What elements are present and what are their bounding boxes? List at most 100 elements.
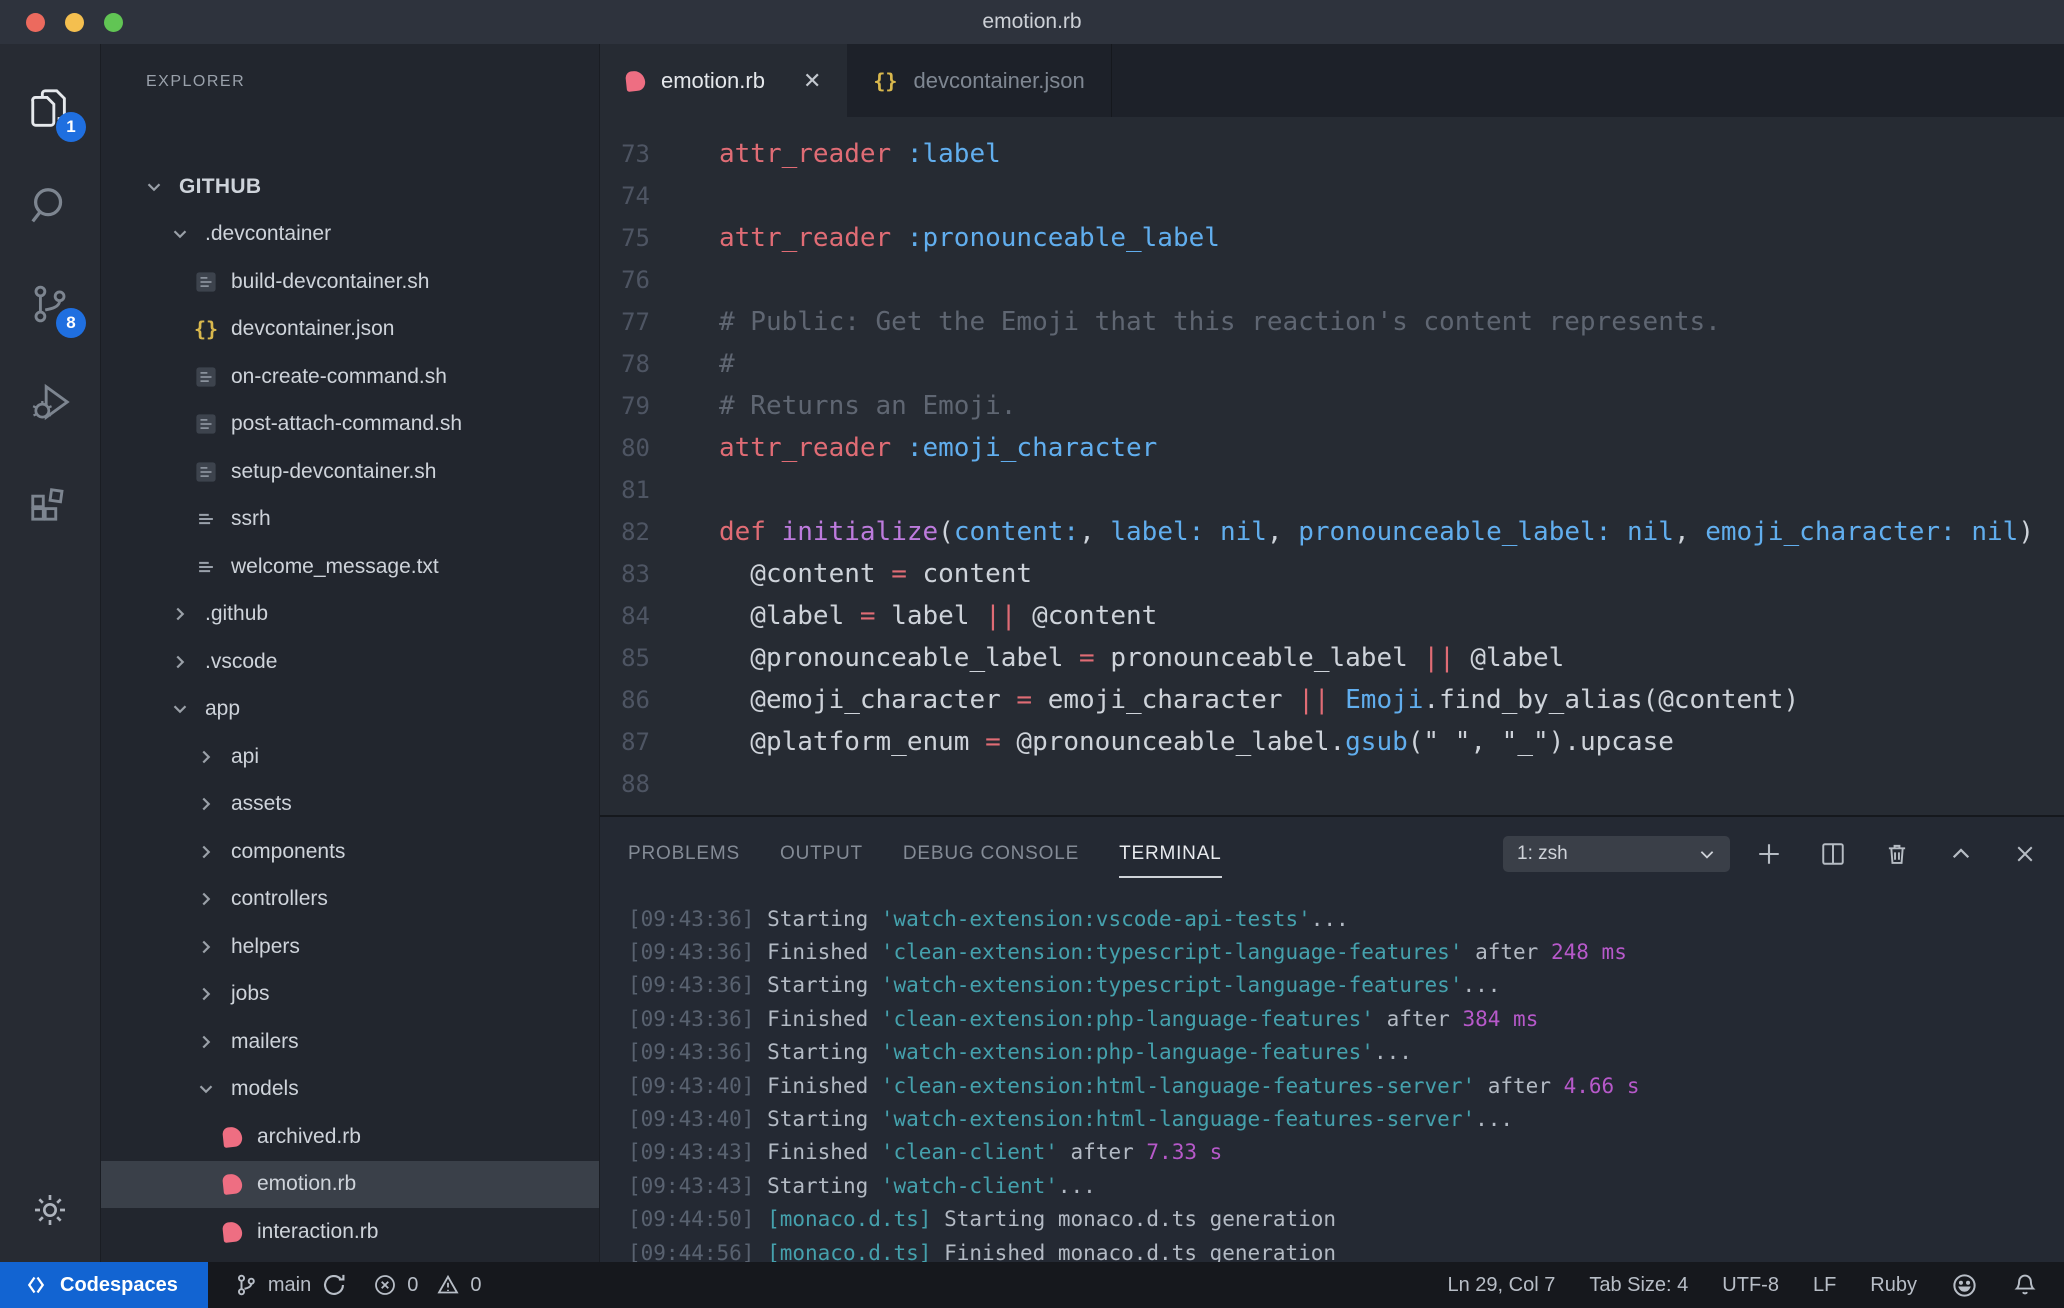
editor-tab-devcontainer-json[interactable]: {} devcontainer.json [847,44,1112,117]
code-line-88[interactable]: 88 [600,763,2064,805]
activity-bar-item-search[interactable] [0,170,100,242]
code-editor[interactable]: 73 attr_reader :label 74 75 attr_reader :pro… [600,117,2064,815]
terminal-line: [09:43:36] Starting 'watch-extension:php… [628,1040,1412,1065]
tree-item-label: devcontainer.json [231,317,395,341]
close-panel-button[interactable] [2010,839,2040,869]
terminal-line: [09:44:56] [monaco.d.ts] Finished monaco… [628,1240,1337,1262]
folder-item-models[interactable]: models [101,1066,599,1114]
file-item-post-attach-command-sh[interactable]: post-attach-command.sh [101,401,599,449]
folder-item-app[interactable]: app [101,686,599,734]
folder-item-jobs[interactable]: jobs [101,971,599,1019]
cursor-position[interactable]: Ln 29, Col 7 [1447,1274,1555,1297]
editor-tab-emotion-rb[interactable]: emotion.rb ✕ [600,44,848,117]
chevron-right-icon [195,793,217,815]
file-item-archived-rb[interactable]: archived.rb [101,1113,599,1161]
file-item-build-devcontainer-sh[interactable]: build-devcontainer.sh [101,258,599,306]
close-window-button[interactable] [26,13,45,32]
folder-item-assets[interactable]: assets [101,781,599,829]
activity-bar-item-explorer[interactable]: 1 [0,72,100,144]
settings-gear-button[interactable] [0,1180,100,1240]
zoom-window-button[interactable] [104,13,123,32]
split-terminal-button[interactable] [1818,839,1848,869]
code-line-77[interactable]: 77 # Public: Get the Emoji that this reac… [600,301,2064,343]
terminal-line: [09:43:43] Finished 'clean-client' after… [628,1140,1223,1165]
language-mode[interactable]: Ruby [1870,1274,1917,1297]
code-line-78[interactable]: 78 # [600,343,2064,385]
new-terminal-button[interactable] [1754,839,1784,869]
line-number: 84 [621,602,650,630]
line-number: 74 [621,182,650,210]
panel-tab-terminal[interactable]: TERMINAL [1119,817,1223,890]
tree-item-label: on-create-command.sh [231,364,447,388]
code-line-83[interactable]: 83 @content = content [600,553,2064,595]
chevron-right-icon [195,983,217,1005]
code-line-76[interactable]: 76 [600,259,2064,301]
badge: 1 [56,112,86,142]
sync-icon [321,1272,347,1298]
eol-indicator[interactable]: LF [1813,1274,1836,1297]
close-icon[interactable]: ✕ [803,68,821,94]
code-line-82[interactable]: 82 def initialize(content:, label: nil, p… [600,511,2064,553]
folder-item--devcontainer[interactable]: .devcontainer [101,211,599,259]
folder-item-helpers[interactable]: helpers [101,923,599,971]
file-item-emotion-rb[interactable]: emotion.rb [101,1160,599,1208]
badge: 8 [56,308,86,338]
kill-terminal-button[interactable] [1882,839,1912,869]
code-line-85[interactable]: 85 @pronounceable_label = pronounceable_… [600,637,2064,679]
line-number: 79 [621,392,650,420]
codespaces-remote-button[interactable]: Codespaces [0,1262,208,1308]
tree-item-label: .github [205,602,269,626]
folder-item--vscode[interactable]: .vscode [101,638,599,686]
file-item-devcontainer-json[interactable]: {} devcontainer.json [101,306,599,354]
warning-icon [436,1273,460,1297]
code-line-74[interactable]: 74 [600,175,2064,217]
line-number: 81 [621,476,650,504]
encoding-indicator[interactable]: UTF-8 [1722,1274,1779,1297]
problems-indicator[interactable]: 0 0 [373,1273,481,1297]
feedback-button[interactable] [1951,1272,1978,1299]
file-item-welcome-message-txt[interactable]: welcome_message.txt [101,543,599,591]
activity-bar-item-source-control[interactable]: 8 [0,268,100,340]
file-item-on-create-command-sh[interactable]: on-create-command.sh [101,353,599,401]
folder-item-controllers[interactable]: controllers [101,876,599,924]
code-line-87[interactable]: 87 @platform_enum = @pronounceable_label… [600,721,2064,763]
file-item-setup-devcontainer-sh[interactable]: setup-devcontainer.sh [101,448,599,496]
tab-size-indicator[interactable]: Tab Size: 4 [1589,1274,1688,1297]
branch-indicator[interactable]: main [234,1272,347,1298]
tree-item-label: jobs [231,982,270,1006]
notifications-button[interactable] [2012,1272,2038,1298]
ruby-file-icon [221,1173,243,1196]
folder-item-github[interactable]: GITHUB [101,163,599,211]
folder-item--github[interactable]: .github [101,591,599,639]
text-file-icon [195,556,217,578]
code-line-75[interactable]: 75 attr_reader :pronounceable_label [600,217,2064,259]
activity-bar-item-run-and-debug[interactable] [0,366,100,438]
maximize-panel-button[interactable] [1946,839,1976,869]
branch-name: main [267,1273,312,1296]
chevron-right-icon [195,746,217,768]
code-line-84[interactable]: 84 @label = label || @content [600,595,2064,637]
code-line-86[interactable]: 86 @emoji_character = emoji_character ||… [600,679,2064,721]
chevron-down-icon [143,176,165,198]
activity-bar-item-extensions[interactable] [0,464,100,536]
code-line-80[interactable]: 80 attr_reader :emoji_character [600,427,2064,469]
code-line-79[interactable]: 79 # Returns an Emoji. [600,385,2064,427]
panel-tab-output[interactable]: OUTPUT [780,817,863,890]
folder-item-mailers[interactable]: mailers [101,1018,599,1066]
code-line-73[interactable]: 73 attr_reader :label [600,133,2064,175]
file-item-ssrh[interactable]: ssrh [101,496,599,544]
terminal-output[interactable]: [09:43:36] Starting 'watch-extension:vsc… [600,890,2064,1262]
panel-tab-problems[interactable]: PROBLEMS [628,817,740,890]
line-number: 77 [621,308,650,336]
code-line-81[interactable]: 81 [600,469,2064,511]
file-item-interaction-rb[interactable]: interaction.rb [101,1208,599,1256]
chevron-down-icon [1698,845,1716,863]
folder-item-components[interactable]: components [101,828,599,876]
tree-item-label: ssrh [231,507,271,531]
minimize-window-button[interactable] [65,13,84,32]
folder-item-api[interactable]: api [101,733,599,781]
chevron-down-icon [169,223,191,245]
terminal-shell-dropdown[interactable]: 1: zsh [1503,835,1730,872]
panel-tab-debug-console[interactable]: DEBUG CONSOLE [903,817,1079,890]
tree-item-label: app [205,697,241,721]
